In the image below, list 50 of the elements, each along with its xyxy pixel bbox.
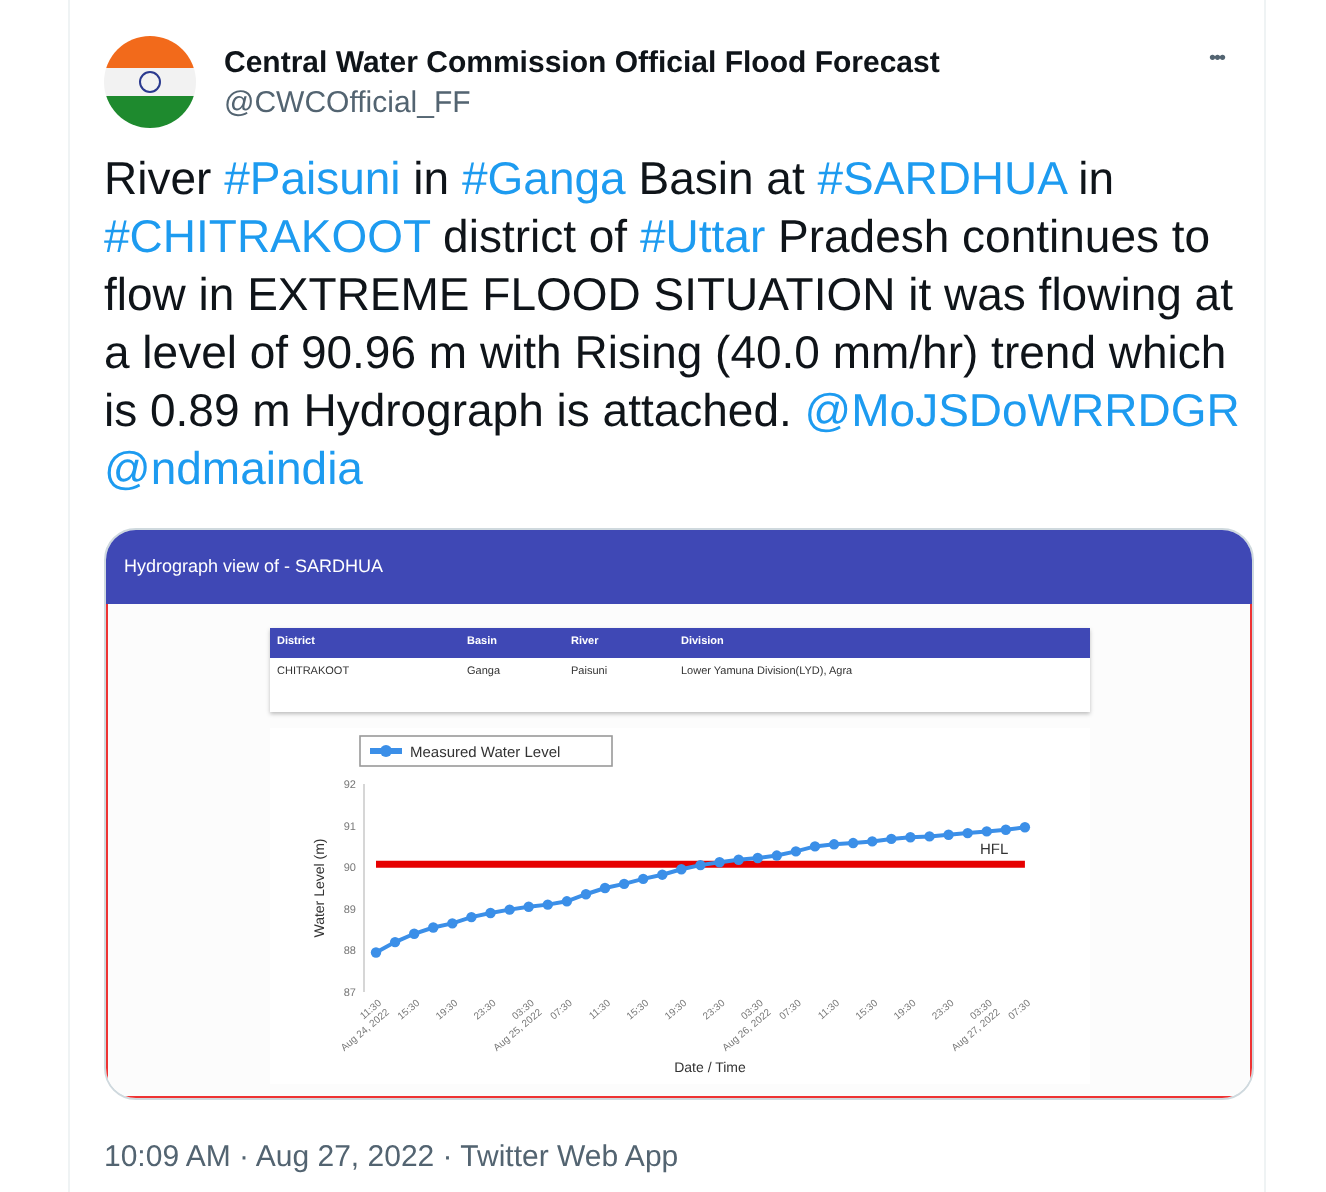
data-point (637, 873, 648, 885)
data-point (407, 928, 419, 939)
data-point (522, 901, 533, 912)
data-point (999, 824, 1011, 835)
tweet-text: River #Paisuni in #Ganga Basin at #SARDHUA in #CHITRAKOOT district of #Uttar Pradesh continues to flow in EXTREME FLOOD SITUATION it was flowing at a level of 90.96 m with Rising (40.0 mm/hr) trend which is 0.89 m Hydrograph is attached. @MoJSDoWRRDGR @ndmaindia (104, 150, 1242, 498)
tweet-link[interactable]: #SARDHUA (817, 152, 1066, 204)
data-point (961, 827, 972, 839)
data-point (560, 896, 572, 907)
tweet-link[interactable]: @ndmaindia (104, 442, 363, 494)
data-point (1018, 822, 1030, 833)
data-point (713, 857, 724, 868)
data-point (484, 907, 495, 919)
tweet-link[interactable]: @MoJSDoWRRDGR (804, 384, 1240, 436)
data-point (656, 869, 667, 880)
data-point (866, 836, 877, 847)
avatar[interactable] (104, 36, 196, 128)
data-point (503, 904, 514, 915)
data-point (770, 850, 781, 861)
tweet-link[interactable]: #Ganga (461, 152, 626, 204)
data-point (388, 936, 400, 948)
data-point (808, 841, 820, 852)
author-handle[interactable]: @CWCOfficial_FF (224, 84, 940, 124)
data-point (541, 899, 552, 910)
data-point (446, 918, 457, 929)
data-point (732, 854, 743, 865)
data-point (598, 882, 610, 894)
data-point (427, 922, 438, 933)
data-point (885, 833, 896, 845)
attached-image[interactable] (104, 528, 1254, 1100)
hydrograph-title: Hydrograph view of - SARDHUA (124, 553, 384, 580)
data-point (694, 859, 705, 871)
data-point (904, 832, 915, 843)
tweet-link[interactable]: #CHITRAKOOT (104, 210, 431, 262)
data-point (789, 846, 801, 857)
data-point (846, 837, 858, 849)
author-name[interactable]: Central Water Commission Official Flood Forecast (224, 44, 940, 84)
data-point (923, 831, 934, 842)
data-point (579, 889, 591, 900)
data-point (675, 864, 686, 875)
data-point (465, 911, 476, 923)
tweet-timestamp[interactable]: 10:09 AM · Aug 27, 2022 · Twitter Web App (104, 1136, 1254, 1181)
data-point (942, 829, 953, 840)
tweet-link[interactable]: #Uttar (639, 210, 766, 262)
more-button[interactable]: ••• (1208, 44, 1224, 74)
data-point (617, 878, 629, 890)
data-point (980, 826, 991, 837)
data-point (827, 839, 839, 850)
data-point (369, 947, 381, 958)
tweet-link[interactable]: #Paisuni (224, 152, 401, 204)
data-point (751, 852, 762, 864)
